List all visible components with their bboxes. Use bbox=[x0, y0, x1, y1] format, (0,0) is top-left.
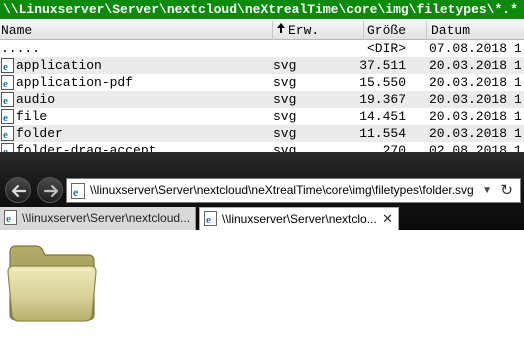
file-time: 1 bbox=[514, 41, 522, 56]
file-date: 02.08.2018 bbox=[429, 143, 508, 152]
file-ext: svg bbox=[273, 58, 297, 73]
ie-file-icon: e bbox=[1, 92, 14, 107]
file-date: 20.03.2018 bbox=[429, 109, 508, 124]
tab-label: \\linuxserver\Server\nextcloud... bbox=[22, 211, 191, 225]
file-date: 07.08.2018 bbox=[429, 41, 508, 56]
close-tab-icon[interactable]: ✕ bbox=[382, 208, 393, 230]
tab-label: \\linuxserver\Server\nextclo... bbox=[222, 212, 377, 226]
file-time: 1 bbox=[514, 75, 522, 90]
column-separator[interactable] bbox=[272, 21, 273, 40]
address-url[interactable]: \\linuxserver\Server\nextcloud\neXtrealT… bbox=[90, 179, 475, 202]
ie-file-icon: e bbox=[1, 126, 14, 141]
column-separator[interactable] bbox=[363, 21, 364, 40]
file-row-parent[interactable]: ..... <DIR> 07.08.2018 1 bbox=[0, 40, 524, 57]
file-row[interactable]: e application-pdf svg 15.550 20.03.2018 … bbox=[0, 74, 524, 91]
file-time: 1 bbox=[514, 92, 522, 107]
svg-text:e: e bbox=[3, 78, 8, 90]
column-header-name[interactable]: Name bbox=[1, 21, 32, 40]
file-size: 270 bbox=[382, 143, 406, 152]
address-bar[interactable]: e \\linuxserver\Server\nextcloud\neXtrea… bbox=[66, 178, 521, 203]
file-date: 20.03.2018 bbox=[429, 92, 508, 107]
file-ext: svg bbox=[273, 75, 297, 90]
file-name: file bbox=[16, 109, 48, 124]
file-date: 20.03.2018 bbox=[429, 58, 508, 73]
file-date: 20.03.2018 bbox=[429, 126, 508, 141]
back-button[interactable] bbox=[5, 177, 31, 203]
svg-text:e: e bbox=[3, 129, 8, 141]
svg-text:e: e bbox=[6, 213, 11, 225]
svg-text:e: e bbox=[206, 214, 211, 226]
forward-button[interactable] bbox=[37, 177, 63, 203]
file-time: 1 bbox=[514, 58, 522, 73]
folder-icon bbox=[4, 242, 100, 329]
ie-page-icon: e bbox=[71, 183, 85, 199]
file-ext: svg bbox=[273, 126, 297, 141]
file-time: 1 bbox=[514, 126, 522, 141]
file-size: 14.451 bbox=[359, 109, 406, 124]
browser-toolbar: e \\linuxserver\Server\nextcloud\neXtrea… bbox=[0, 152, 524, 230]
file-name: application-pdf bbox=[16, 75, 134, 90]
file-name: ..... bbox=[1, 41, 41, 56]
file-time: 1 bbox=[514, 109, 522, 124]
ie-file-icon: e bbox=[1, 143, 14, 152]
file-size: 37.511 bbox=[359, 58, 406, 73]
current-path-bar: \\Linuxserver\Server\nextcloud\neXtrealT… bbox=[0, 0, 524, 19]
column-header-ext[interactable]: Erw. bbox=[288, 21, 319, 40]
file-row[interactable]: e application svg 37.511 20.03.2018 1 bbox=[0, 57, 524, 74]
column-separator[interactable] bbox=[426, 21, 427, 40]
svg-text:e: e bbox=[3, 112, 8, 124]
browser-window: e \\linuxserver\Server\nextcloud\neXtrea… bbox=[0, 152, 524, 361]
file-size: 11.554 bbox=[359, 126, 406, 141]
file-size: <DIR> bbox=[366, 41, 406, 56]
file-name: folder-drag-accept bbox=[16, 143, 157, 152]
file-row[interactable]: e folder-drag-accept svg 270 02.08.2018 … bbox=[0, 142, 524, 152]
column-header-size[interactable]: Größe bbox=[367, 21, 406, 40]
sort-ascending-icon bbox=[276, 21, 286, 40]
file-row[interactable]: e folder svg 11.554 20.03.2018 1 bbox=[0, 125, 524, 142]
file-date: 20.03.2018 bbox=[429, 75, 508, 90]
svg-text:e: e bbox=[3, 61, 8, 73]
page-content bbox=[0, 230, 524, 361]
file-ext: svg bbox=[273, 143, 297, 152]
file-name: application bbox=[16, 58, 102, 73]
file-list[interactable]: ..... <DIR> 07.08.2018 1 e application s… bbox=[0, 40, 524, 152]
file-size: 15.550 bbox=[359, 75, 406, 90]
ie-file-icon: e bbox=[1, 109, 14, 124]
file-name: audio bbox=[16, 92, 56, 107]
ie-tab-icon: e bbox=[4, 210, 17, 225]
svg-text:e: e bbox=[73, 185, 79, 199]
address-dropdown-icon[interactable]: ▼ bbox=[482, 183, 492, 198]
column-header-date[interactable]: Datum bbox=[431, 21, 470, 40]
file-list-header: Name Erw. Größe Datum bbox=[0, 21, 524, 40]
ie-tab-icon: e bbox=[204, 211, 217, 226]
file-ext: svg bbox=[273, 92, 297, 107]
tab-active[interactable]: e \\linuxserver\Server\nextclo... ✕ bbox=[199, 207, 399, 230]
file-row[interactable]: e file svg 14.451 20.03.2018 1 bbox=[0, 108, 524, 125]
file-size: 19.367 bbox=[359, 92, 406, 107]
ie-file-icon: e bbox=[1, 75, 14, 90]
svg-text:e: e bbox=[3, 95, 8, 107]
file-row[interactable]: e audio svg 19.367 20.03.2018 1 bbox=[0, 91, 524, 108]
file-time: 1 bbox=[514, 143, 522, 152]
tab-inactive[interactable]: e \\linuxserver\Server\nextcloud... bbox=[0, 207, 196, 230]
file-name: folder bbox=[16, 126, 63, 141]
file-ext: svg bbox=[273, 109, 297, 124]
refresh-icon[interactable]: ↻ bbox=[500, 181, 513, 200]
ie-file-icon: e bbox=[1, 58, 14, 73]
